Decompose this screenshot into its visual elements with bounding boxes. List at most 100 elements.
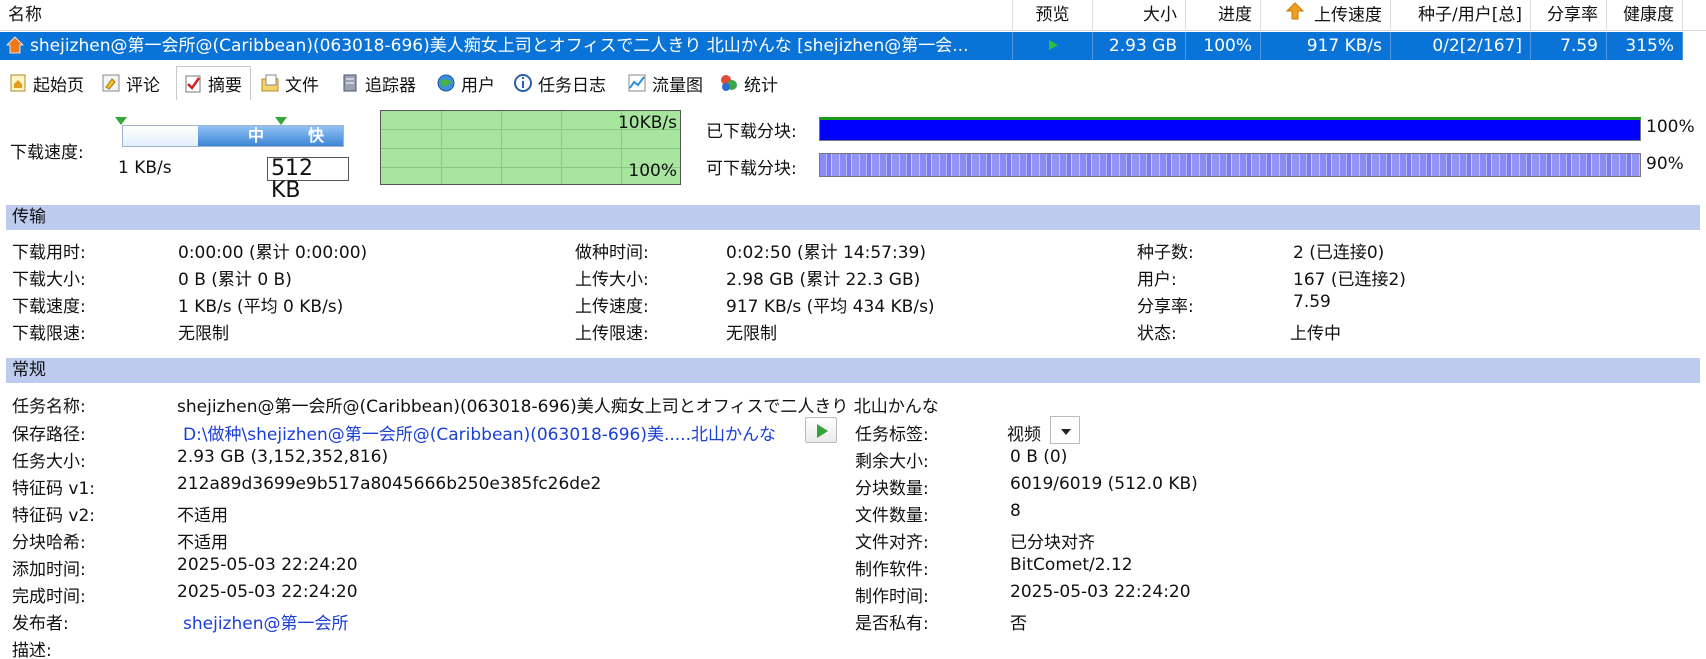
transfer-label: 上传大小:: [575, 270, 649, 290]
tab-files[interactable]: 文件: [254, 66, 327, 100]
tab-comments[interactable]: 评论: [95, 66, 168, 100]
transfer-value: 无限制: [178, 324, 229, 344]
tab-start-page[interactable]: 起始页: [2, 66, 92, 100]
size-cell: 2.93 GB: [1093, 32, 1186, 60]
general-label: 剩余大小:: [855, 452, 929, 472]
preview-cell[interactable]: [1013, 32, 1093, 60]
tab-trackers[interactable]: 追踪器: [334, 66, 424, 100]
general-value: 2025-05-03 22:24:20: [177, 555, 358, 575]
task-name-value: shejizhen@第一会所@(Caribbean)(063018-696)美人…: [177, 397, 939, 417]
open-folder-button[interactable]: [805, 417, 837, 443]
general-label: 分块数量:: [855, 479, 929, 499]
transfer-value: 0:00:00 (累计 0:00:00): [178, 243, 368, 263]
general-value: 不适用: [177, 506, 228, 526]
transfer-label: 做种时间:: [575, 243, 649, 263]
general-value: 2025-05-03 22:24:20: [1010, 582, 1191, 602]
graph-top-label: 10KB/s: [617, 113, 677, 133]
general-value: 0 B (0): [1010, 447, 1068, 467]
statistics-icon: [719, 73, 739, 93]
slider-filled-range: 中 快: [198, 126, 343, 146]
general-value: BitComet/2.12: [1010, 555, 1133, 575]
column-header-share-ratio[interactable]: 分享率: [1531, 0, 1607, 31]
column-header-upload-speed[interactable]: 上传速度: [1261, 0, 1391, 31]
general-value: 不适用: [177, 533, 228, 553]
sort-up-arrow-icon: [1285, 0, 1305, 31]
general-label: 是否私有:: [855, 614, 929, 634]
general-label: 文件数量:: [855, 506, 929, 526]
general-label: 添加时间:: [12, 560, 86, 580]
available-pieces-bar: [819, 153, 1641, 177]
download-speed-label: 下载速度:: [10, 143, 84, 163]
transfer-label: 下载大小:: [12, 270, 86, 290]
general-label: 完成时间:: [12, 587, 86, 607]
downloaded-pieces-bar: [819, 117, 1641, 141]
general-value: 2.93 GB (3,152,352,816): [177, 447, 389, 467]
transfer-label: 用户:: [1137, 270, 1177, 290]
column-header-progress[interactable]: 进度: [1186, 0, 1261, 31]
transfer-value: 上传中: [1290, 324, 1341, 344]
share-ratio-cell: 7.59: [1531, 32, 1607, 60]
tab-statistics[interactable]: 统计: [713, 66, 786, 100]
transfer-label: 上传速度:: [575, 297, 649, 317]
upload-house-icon: [6, 35, 24, 60]
task-row[interactable]: shejizhen@第一会所@(Caribbean)(063018-696)美人…: [0, 32, 1683, 60]
speed-graph: 10KB/s 100%: [380, 110, 681, 185]
speed-limit-input[interactable]: 512 KB: [267, 157, 349, 202]
upload-speed-cell: 917 KB/s: [1261, 32, 1391, 60]
general-value: 6019/6019 (512.0 KB): [1010, 474, 1198, 494]
tab-summary[interactable]: 摘要: [176, 66, 251, 100]
transfer-label: 下载速度:: [12, 297, 86, 317]
transfer-value: 167 (已连接2): [1293, 270, 1406, 290]
publisher-label: 发布者:: [12, 614, 69, 634]
general-label: 特征码 v1:: [12, 479, 96, 499]
save-path-link[interactable]: D:\做种\shejizhen@第一会所@(Caribbean)(063018-…: [183, 420, 776, 445]
transfer-value: 0 B (累计 0 B): [178, 270, 292, 290]
general-label: 制作时间:: [855, 587, 929, 607]
general-label: 任务大小:: [12, 452, 86, 472]
available-pieces-label: 可下载分块:: [706, 159, 797, 179]
traffic-graph-icon: [627, 73, 647, 93]
speed-min-value: 1 KB/s: [118, 158, 172, 178]
health-cell: 315%: [1607, 32, 1683, 60]
transfer-value: 2.98 GB (累计 22.3 GB): [726, 270, 921, 290]
task-tag-dropdown[interactable]: [1050, 416, 1080, 444]
column-header-preview[interactable]: 预览: [1013, 0, 1093, 31]
transfer-label: 种子数:: [1137, 243, 1194, 263]
column-header-name[interactable]: 名称: [0, 0, 1013, 31]
transfer-value: 7.59: [1293, 292, 1331, 312]
home-page-icon: [8, 73, 28, 93]
publisher-link[interactable]: shejizhen@第一会所: [183, 609, 348, 634]
transfer-label: 状态:: [1137, 324, 1177, 344]
column-header-health[interactable]: 健康度: [1607, 0, 1683, 31]
task-name-label: 任务名称:: [12, 397, 86, 417]
info-log-icon: [513, 73, 533, 93]
general-value: 否: [1010, 614, 1027, 634]
transfer-section-title: 传输: [6, 205, 1700, 230]
slider-fast-label: 快: [308, 126, 325, 145]
tab-users[interactable]: 用户: [430, 66, 503, 100]
slider-min-marker[interactable]: [115, 117, 127, 125]
transfer-label: 下载用时:: [12, 243, 86, 263]
comment-icon: [101, 73, 121, 93]
tab-task-log[interactable]: 任务日志: [507, 66, 614, 100]
general-label: 分块哈希:: [12, 533, 86, 553]
general-section-title: 常规: [6, 358, 1700, 383]
column-header-seeds-peers[interactable]: 种子/用户[总]: [1391, 0, 1531, 31]
general-label: 制作软件:: [855, 560, 929, 580]
transfer-label: 分享率:: [1137, 297, 1194, 317]
tab-traffic-graph[interactable]: 流量图: [621, 66, 711, 100]
task-name-cell: shejizhen@第一会所@(Caribbean)(063018-696)美人…: [0, 32, 1013, 60]
task-tag-value: 视频: [1007, 425, 1041, 445]
available-pieces-pct: 90%: [1646, 154, 1684, 174]
transfer-value: 无限制: [726, 324, 777, 344]
column-header-size[interactable]: 大小: [1093, 0, 1186, 31]
general-value: 已分块对齐: [1010, 533, 1095, 553]
download-speed-slider[interactable]: 中 快: [122, 125, 344, 147]
task-name-text: shejizhen@第一会所@(Caribbean)(063018-696)美人…: [30, 36, 969, 56]
play-icon[interactable]: [1047, 32, 1059, 60]
transfer-value: 0:02:50 (累计 14:57:39): [726, 243, 926, 263]
tracker-server-icon: [340, 73, 360, 93]
transfer-label: 下载限速:: [12, 324, 86, 344]
slider-thumb[interactable]: [275, 117, 287, 125]
downloaded-pieces-label: 已下载分块:: [706, 122, 797, 142]
